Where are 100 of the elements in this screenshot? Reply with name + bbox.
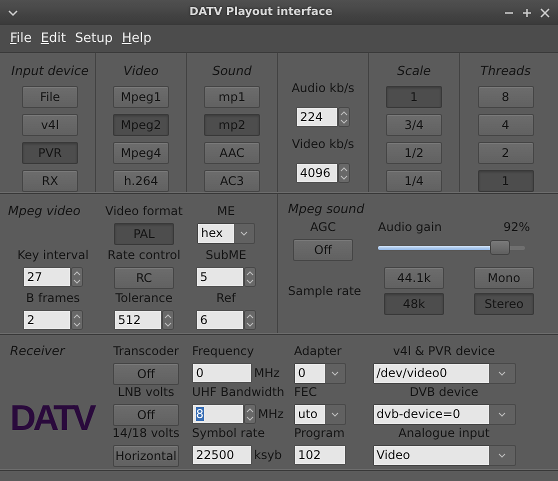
value-label: 92%: [503, 219, 530, 236]
menu-item[interactable]: Setup: [74, 28, 113, 48]
toggle-button[interactable]: Mono: [474, 267, 534, 289]
spin-arrows-icon[interactable]: [244, 266, 256, 287]
toggle-button[interactable]: v4l: [22, 114, 78, 136]
toggle-button[interactable]: 8: [478, 86, 534, 108]
text-field[interactable]: 102: [294, 445, 346, 465]
toggle-button[interactable]: Stereo: [474, 293, 534, 315]
spin-arrows-icon[interactable]: [338, 163, 350, 183]
dropdown[interactable]: 0: [294, 363, 346, 384]
toggle-button[interactable]: File: [22, 86, 78, 108]
section-heading: Threads: [480, 62, 531, 80]
spin-field[interactable]: 4096: [296, 163, 338, 183]
unit-label: MHz: [254, 365, 280, 382]
toggle-button[interactable]: RX: [22, 170, 78, 192]
field-label: Symbol rate: [192, 425, 265, 442]
toggle-button[interactable]: 1: [386, 86, 442, 108]
spin-field[interactable]: 27: [23, 266, 71, 287]
section-heading: Video: [123, 62, 159, 80]
toggle-button[interactable]: Mpeg2: [113, 114, 169, 136]
field-label: Audio kb/s: [292, 80, 354, 97]
dropdown[interactable]: dvb-device=0: [372, 404, 516, 425]
text-field[interactable]: 22500: [192, 445, 252, 465]
spin-field[interactable]: 512: [114, 310, 162, 330]
section-heading: Input device: [11, 62, 89, 80]
toggle-button[interactable]: AAC: [204, 142, 260, 164]
toggle-button[interactable]: Mpeg1: [113, 86, 169, 108]
toggle-button[interactable]: 2: [478, 142, 534, 164]
slider-handle[interactable]: [490, 240, 510, 255]
slider[interactable]: [378, 240, 525, 256]
section-heading: Sound: [212, 62, 252, 80]
field-label: ME: [217, 203, 235, 220]
spin-arrows-icon[interactable]: [71, 310, 83, 330]
field-label: Adapter: [294, 343, 342, 360]
field-label: Transcoder: [113, 343, 179, 360]
toggle-button[interactable]: mp1: [204, 86, 260, 108]
field-label: UHF Bandwidth: [192, 384, 284, 401]
dropdown[interactable]: uto: [294, 404, 346, 425]
field-label: 14/18 volts: [112, 425, 180, 442]
dropdown[interactable]: Video: [372, 445, 516, 466]
toggle-button[interactable]: 1: [478, 170, 534, 192]
toggle-button[interactable]: 4: [478, 114, 534, 136]
field-label: LNB volts: [118, 384, 174, 401]
dropdown[interactable]: /dev/video0: [372, 363, 516, 384]
spin-arrows-icon[interactable]: [244, 310, 256, 330]
spin-arrows-icon[interactable]: [338, 107, 350, 127]
field-label: Video format: [105, 203, 183, 220]
field-label: B frames: [26, 290, 80, 308]
toggle-button[interactable]: 1/4: [386, 170, 442, 192]
spin-field[interactable]: 6: [196, 310, 244, 330]
toggle-button[interactable]: Mpeg4: [113, 142, 169, 164]
toggle-button[interactable]: Horizontal: [113, 445, 179, 467]
toggle-button[interactable]: RC: [114, 266, 174, 289]
maximize-icon[interactable]: [522, 8, 532, 18]
toggle-button[interactable]: PVR: [22, 142, 78, 164]
field-label: Audio gain: [378, 219, 442, 236]
toggle-button[interactable]: 3/4: [386, 114, 442, 136]
field-label: SubME: [206, 246, 246, 264]
field-label: Program: [294, 425, 345, 442]
spin-arrows-icon[interactable]: [162, 310, 174, 330]
toggle-button[interactable]: Off: [113, 404, 179, 426]
section-heading: Mpeg video: [8, 202, 82, 220]
field-label: Ref: [216, 290, 236, 308]
menu-item[interactable]: File: [10, 28, 32, 48]
spin-arrows-icon[interactable]: [71, 266, 83, 287]
text-field[interactable]: 0: [192, 363, 252, 383]
field-label: Video kb/s: [292, 136, 354, 153]
toggle-button[interactable]: h.264: [113, 170, 169, 192]
spin-field[interactable]: 2: [23, 310, 71, 330]
spin-field[interactable]: 224: [296, 107, 338, 127]
field-label: Sample rate: [288, 283, 362, 300]
dropdown[interactable]: hex: [197, 223, 255, 244]
toggle-button[interactable]: Off: [113, 363, 179, 385]
unit-label: ksyb: [254, 447, 282, 464]
menu-item[interactable]: Help: [122, 28, 152, 48]
window-title: DATV Playout interface: [189, 4, 333, 20]
menu-item[interactable]: Edit: [40, 28, 66, 48]
spin-field[interactable]: 8: [192, 404, 244, 424]
field-label: DVB device: [410, 384, 478, 401]
toggle-button[interactable]: 44.1k: [384, 267, 444, 289]
field-label: Analogue input: [398, 425, 490, 442]
spin-field[interactable]: 5: [196, 266, 244, 287]
field-label: Key interval: [17, 246, 89, 264]
logo: DATV: [10, 398, 94, 438]
toggle-button[interactable]: mp2: [204, 114, 260, 136]
chevron-icon: [8, 8, 18, 18]
toggle-button[interactable]: Off: [293, 239, 353, 261]
toggle-button[interactable]: AC3: [204, 170, 260, 192]
toggle-button[interactable]: 1/2: [386, 142, 442, 164]
spin-arrows-icon[interactable]: [244, 404, 256, 424]
section-heading: Mpeg sound: [288, 200, 366, 218]
section-heading: Receiver: [10, 342, 66, 360]
field-label: AGC: [310, 219, 336, 236]
field-label: Rate control: [108, 246, 180, 264]
field-label: v4l & PVR device: [392, 343, 496, 360]
toggle-button[interactable]: PAL: [114, 223, 174, 245]
field-label: Frequency: [192, 343, 254, 360]
field-label: Tolerance: [115, 290, 173, 308]
close-icon[interactable]: [540, 8, 550, 18]
toggle-button[interactable]: 48k: [384, 293, 444, 315]
